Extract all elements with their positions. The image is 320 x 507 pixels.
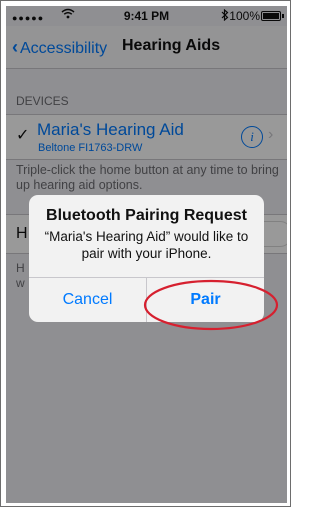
phone-screen: ●●●●● 9:41 PM 100% ‹ Accessibility Heari… bbox=[6, 6, 287, 503]
screenshot-frame: ●●●●● 9:41 PM 100% ‹ Accessibility Heari… bbox=[0, 0, 291, 507]
cancel-button[interactable]: Cancel bbox=[29, 278, 146, 322]
alert-title: Bluetooth Pairing Request bbox=[46, 207, 247, 224]
pair-highlight-circle bbox=[143, 279, 279, 331]
alert-message: “Maria's Hearing Aid” would like to pair… bbox=[44, 229, 249, 261]
